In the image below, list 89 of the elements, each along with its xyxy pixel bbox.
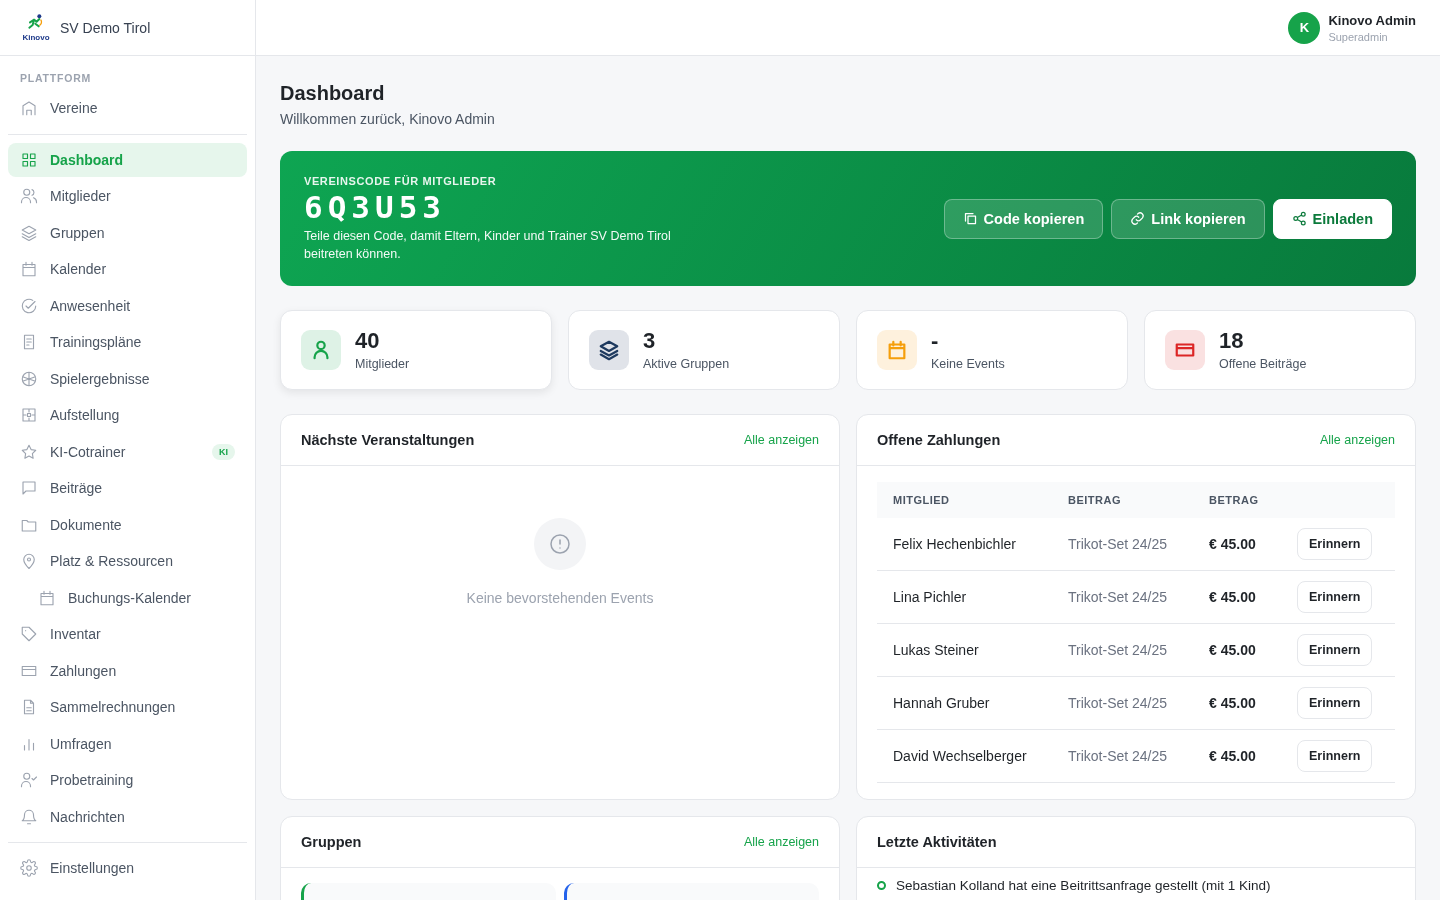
- banner-button[interactable]: Code kopieren: [943, 198, 1104, 239]
- user-name: Kinovo Admin: [1328, 12, 1416, 28]
- sidebar-item[interactable]: Mitglieder: [8, 179, 247, 214]
- banner-button[interactable]: Link kopieren: [1111, 198, 1265, 239]
- member-cell-text: Felix Hechenbichler: [893, 536, 1017, 552]
- club-code: 6Q3U53: [304, 188, 447, 225]
- column-header: MITGLIED: [893, 494, 951, 506]
- remind-button[interactable]: Erinnern: [1297, 687, 1373, 719]
- tag-icon: [20, 625, 38, 644]
- stat-label: Offene Beiträge: [1219, 357, 1307, 371]
- logo-text: Kinovo: [22, 33, 50, 42]
- remind-button[interactable]: Erinnern: [1297, 634, 1373, 666]
- panel-title: Letzte Aktivitäten: [877, 834, 997, 850]
- activity-text: Sebastian Kolland hat eine Beitrittsanfrage gestellt (mit 1 Kind): [896, 878, 1271, 893]
- sidebar-subitem[interactable]: Buchungs-Kalender: [8, 580, 247, 615]
- sidebar-item[interactable]: Zahlungen: [8, 653, 247, 688]
- sidebar-item[interactable]: Gruppen: [8, 215, 247, 250]
- building-icon: [20, 99, 38, 118]
- sidebar-item[interactable]: Anwesenheit: [8, 288, 247, 323]
- member-cell-text: Lukas Steiner: [893, 642, 980, 658]
- stat-value: 40: [355, 329, 381, 353]
- remind-button[interactable]: Erinnern: [1297, 581, 1373, 613]
- star-icon: [20, 442, 38, 461]
- stat-label: Aktive Gruppen: [643, 357, 730, 371]
- sidebar-item[interactable]: Sammelrechnungen: [8, 690, 247, 725]
- amount-cell-text: € 45.00: [1209, 748, 1257, 764]
- banner-description: Teile diesen Code, damit Eltern, Kinder und Trainer SV Demo Tirol beitreten können.: [304, 227, 672, 263]
- fee-cell-text: Trikot-Set 24/25: [1068, 695, 1169, 711]
- amount-cell-text: € 45.00: [1209, 642, 1257, 658]
- sidebar-item[interactable]: KI-Cotrainer KI: [8, 434, 247, 469]
- member-cell-text: Lina Pichler: [893, 589, 968, 605]
- stat-label: Mitglieder: [355, 357, 410, 371]
- frame-icon: [20, 406, 38, 425]
- sidebar-item[interactable]: Aufstellung: [8, 398, 247, 433]
- sidebar-item[interactable]: Einstellungen: [8, 851, 247, 886]
- stat-value: 18: [1219, 329, 1245, 353]
- link-icon: [1130, 211, 1146, 226]
- bell-icon: [20, 807, 38, 826]
- empty-message: Keine bevorstehenden Events: [466, 590, 654, 606]
- sidebar-item[interactable]: Nachrichten: [8, 799, 247, 834]
- fee-cell-text: Trikot-Set 24/25: [1068, 748, 1169, 764]
- sidebar-item[interactable]: Inventar: [8, 617, 247, 652]
- panel-title: Gruppen: [301, 834, 362, 850]
- sidebar-item[interactable]: Platz & Ressourcen: [8, 544, 247, 579]
- wheel-icon: [20, 369, 38, 388]
- user-role: Superadmin: [1328, 30, 1389, 43]
- remind-button[interactable]: Erinnern: [1297, 528, 1373, 560]
- fee-cell-text: Trikot-Set 24/25: [1068, 536, 1169, 552]
- sidebar-item[interactable]: Trainingspläne: [8, 325, 247, 360]
- sidebar-item[interactable]: Probetraining: [8, 763, 247, 798]
- user-check-icon: [20, 771, 38, 790]
- settings-icon: [20, 859, 38, 878]
- amount-cell-text: € 45.00: [1209, 536, 1257, 552]
- page-title: Dashboard: [280, 82, 386, 105]
- sidebar-item[interactable]: Spielergebnisse: [8, 361, 247, 396]
- location-pin-icon: [20, 552, 38, 571]
- member-cell-text: David Wechselberger: [893, 748, 1028, 764]
- users-icon: [20, 187, 38, 206]
- stat-value: 3: [643, 329, 657, 353]
- empty-alert-icon: [534, 518, 586, 570]
- fee-cell-text: Trikot-Set 24/25: [1068, 642, 1169, 658]
- stat-value: -: [931, 329, 940, 353]
- ai-badge: KI: [212, 443, 235, 460]
- panel-title: Nächste Veranstaltungen: [301, 432, 475, 448]
- member-cell-text: Hannah Gruber: [893, 695, 991, 711]
- section-label: PLATTFORM: [19, 72, 93, 86]
- sidebar-item[interactable]: Kalender: [8, 252, 247, 287]
- banner-label: VEREINSCODE FÜR MITGLIEDER: [304, 174, 498, 187]
- amount-cell-text: € 45.00: [1209, 589, 1257, 605]
- grid-icon: [20, 150, 38, 169]
- remind-button[interactable]: Erinnern: [1297, 740, 1373, 772]
- fee-cell-text: Trikot-Set 24/25: [1068, 589, 1169, 605]
- panel-title: Offene Zahlungen: [877, 432, 1001, 448]
- club-name: SV Demo Tirol: [60, 19, 151, 36]
- column-header: BEITRAG: [1068, 494, 1122, 506]
- layers-icon: [20, 223, 38, 242]
- amount-cell-text: € 45.00: [1209, 695, 1257, 711]
- stat-label: Keine Events: [931, 357, 1005, 371]
- sidebar-item[interactable]: Vereine: [8, 91, 247, 126]
- sidebar-item[interactable]: Dokumente: [8, 507, 247, 542]
- calendar-icon: [20, 260, 38, 279]
- copy-icon: [962, 211, 978, 226]
- calendar-icon: [38, 588, 56, 607]
- column-header: BETRAG: [1209, 494, 1260, 506]
- banner-button[interactable]: Einladen: [1272, 198, 1392, 239]
- sidebar-item[interactable]: Beiträge: [8, 471, 247, 506]
- sidebar-item[interactable]: Umfragen: [8, 726, 247, 761]
- page-subtitle: Willkommen zurück, Kinovo Admin: [280, 111, 496, 127]
- share-icon: [1291, 211, 1307, 226]
